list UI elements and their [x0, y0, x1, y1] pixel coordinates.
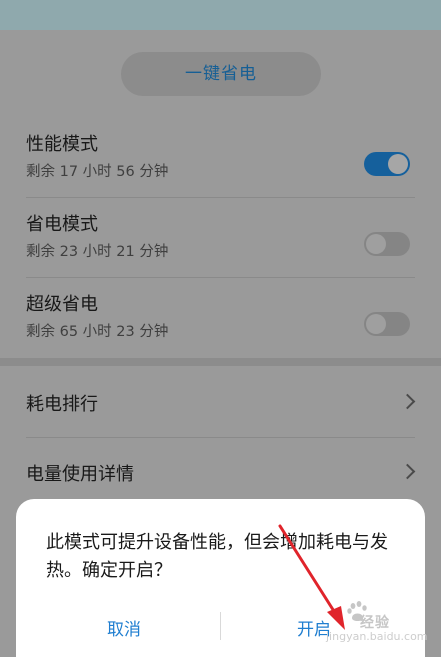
chevron-right-icon	[399, 393, 416, 410]
battery-usage-details-item[interactable]: 电量使用详情	[0, 438, 441, 508]
watermark-text: 经验	[360, 615, 390, 631]
status-bar	[0, 0, 441, 30]
mode-row-super-saving[interactable]: 超级省电 剩余 65 小时 23 分钟	[0, 278, 441, 358]
mode-title: 超级省电	[26, 294, 98, 315]
cancel-button[interactable]: 取消	[107, 615, 141, 640]
mode-title: 省电模式	[26, 214, 98, 235]
nav-label: 电量使用详情	[26, 464, 134, 485]
performance-mode-toggle[interactable]	[364, 152, 410, 176]
chevron-right-icon	[399, 463, 416, 480]
nav-label: 耗电排行	[26, 394, 98, 415]
watermark-url: jingyan.baidu.com	[326, 630, 428, 643]
power-saving-mode-toggle[interactable]	[364, 232, 410, 256]
baidu-jingyan-watermark: 经验 jingyan.baidu.com	[326, 600, 436, 650]
mode-remaining-time: 剩余 23 小时 21 分钟	[26, 244, 169, 260]
mode-remaining-time: 剩余 17 小时 56 分钟	[26, 164, 169, 180]
mode-row-performance[interactable]: 性能模式 剩余 17 小时 56 分钟	[0, 118, 441, 198]
toggle-knob	[388, 154, 408, 174]
one-key-power-saving-button[interactable]: 一键省电	[121, 52, 321, 96]
mode-title: 性能模式	[26, 134, 98, 155]
super-saving-mode-toggle[interactable]	[364, 312, 410, 336]
toggle-knob	[366, 314, 386, 334]
section-separator	[0, 358, 441, 366]
power-consumption-ranking-item[interactable]: 耗电排行	[0, 368, 441, 438]
button-separator	[220, 612, 221, 640]
mode-remaining-time: 剩余 65 小时 23 分钟	[26, 324, 169, 340]
mode-row-power-saving[interactable]: 省电模式 剩余 23 小时 21 分钟	[0, 198, 441, 278]
toggle-knob	[366, 234, 386, 254]
